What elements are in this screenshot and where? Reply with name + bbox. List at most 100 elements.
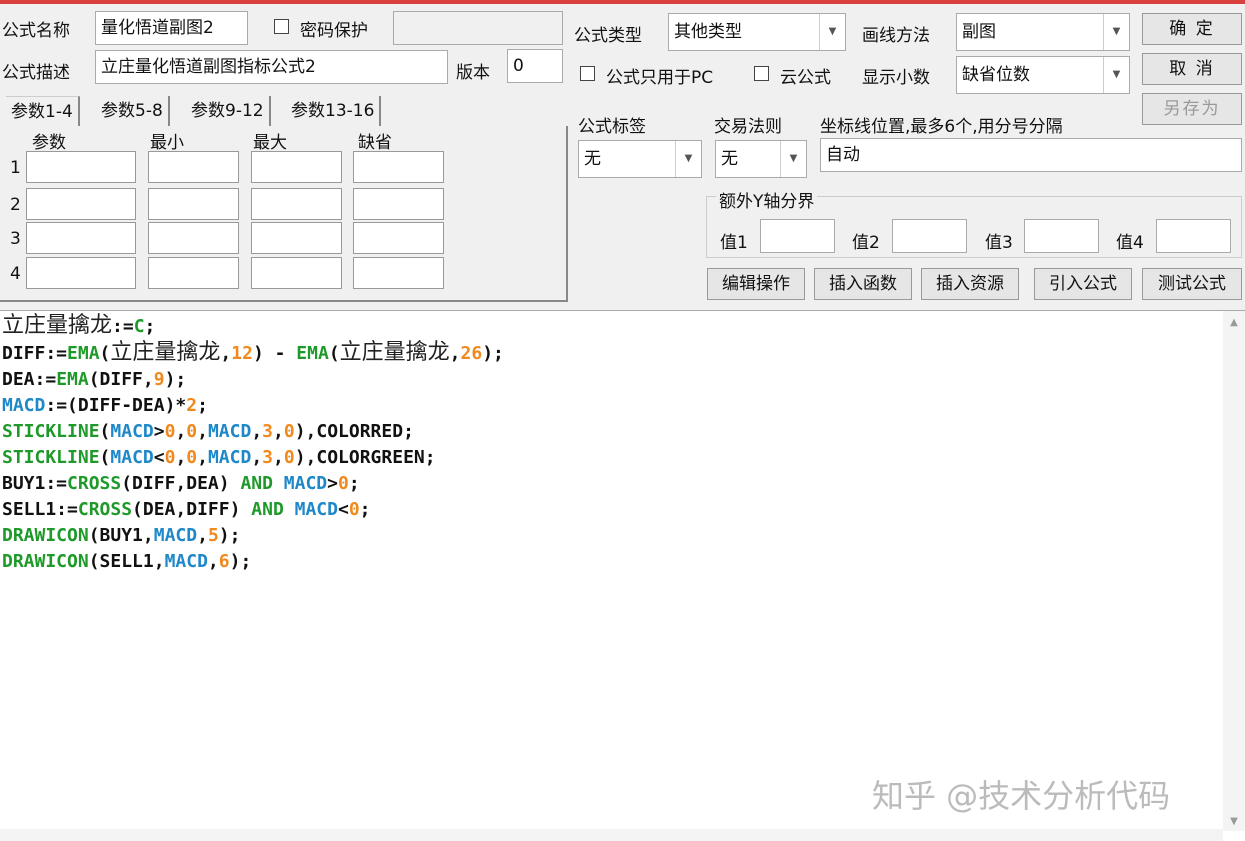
param-default-input[interactable] xyxy=(353,151,444,183)
code-token: MACD xyxy=(110,421,154,442)
param-default-input[interactable] xyxy=(353,222,444,254)
axis-position-label: 坐标线位置,最多6个,用分号分隔 xyxy=(820,117,1063,137)
code-editor[interactable]: 立庄量擒龙:=C; DIFF:=EMA(立庄量擒龙,12) - EMA(立庄量擒龙… xyxy=(0,310,1245,841)
param-max-input[interactable] xyxy=(251,257,342,289)
scroll-down-icon[interactable]: ▼ xyxy=(1223,816,1245,827)
param-header-min: 最小 xyxy=(150,133,184,153)
code-token: MACD xyxy=(294,499,338,520)
decimal-label: 显示小数 xyxy=(862,68,930,88)
param-header-max: 最大 xyxy=(253,133,287,153)
value1-input[interactable] xyxy=(760,219,835,253)
code-token: , xyxy=(251,447,263,468)
insert-function-button[interactable]: 插入函数 xyxy=(814,268,912,300)
code-token: 9 xyxy=(153,369,165,390)
edit-ops-button[interactable]: 编辑操作 xyxy=(707,268,805,300)
code-token: , xyxy=(273,421,284,442)
param-max-input[interactable] xyxy=(251,151,342,183)
code-token: < xyxy=(337,499,349,520)
code-token: (DIFF, xyxy=(88,369,154,390)
code-token: 0 xyxy=(283,447,295,468)
param-max-input[interactable] xyxy=(251,222,342,254)
import-formula-button[interactable]: 引入公式 xyxy=(1034,268,1132,300)
param-default-input[interactable] xyxy=(353,257,444,289)
horizontal-scrollbar[interactable] xyxy=(0,829,1223,841)
trade-rule-label: 交易法则 xyxy=(714,117,782,137)
code-line: DEA:=EMA(DIFF,9); xyxy=(2,367,504,393)
code-token: ( xyxy=(328,343,340,364)
param-row-number: 4 xyxy=(10,264,21,284)
code-token: (DIFF,DEA) xyxy=(121,473,241,494)
code-line: DIFF:=EMA(立庄量擒龙,12) - EMA(立庄量擒龙,26); xyxy=(2,340,504,367)
version-input[interactable]: 0 xyxy=(507,49,563,83)
code-token: AND xyxy=(240,473,273,494)
cloud-formula-checkbox[interactable] xyxy=(754,66,769,81)
code-token: 立庄量擒龙 xyxy=(110,340,221,365)
code-token: ); xyxy=(229,551,252,572)
insert-resource-button[interactable]: 插入资源 xyxy=(921,268,1019,300)
code-token: 0 xyxy=(348,499,360,520)
decimal-select[interactable]: 缺省位数 ▼ xyxy=(956,56,1130,94)
cancel-button[interactable]: 取 消 xyxy=(1142,53,1242,85)
code-token: < xyxy=(153,447,165,468)
code-token: 2 xyxy=(186,395,198,416)
scroll-up-icon[interactable]: ▲ xyxy=(1223,317,1245,328)
password-checkbox[interactable] xyxy=(274,19,289,34)
save-as-button[interactable]: 另存为 xyxy=(1142,93,1242,125)
param-min-input[interactable] xyxy=(148,222,239,254)
code-token: EMA xyxy=(67,343,100,364)
value2-input[interactable] xyxy=(892,219,967,253)
value4-input[interactable] xyxy=(1156,219,1231,253)
param-name-input[interactable] xyxy=(26,151,136,183)
code-token: MACD xyxy=(283,473,328,494)
tab-params-1-4[interactable]: 参数1-4 xyxy=(6,96,80,126)
formula-type-select[interactable]: 其他类型 ▼ xyxy=(668,13,846,51)
chevron-down-icon: ▼ xyxy=(819,14,845,50)
param-default-input[interactable] xyxy=(353,188,444,220)
code-token: ); xyxy=(482,343,504,364)
code-token: DEA:= xyxy=(2,369,57,390)
code-token: MACD xyxy=(2,395,46,416)
code-token: MACD xyxy=(153,525,198,546)
ok-button[interactable]: 确 定 xyxy=(1142,13,1242,45)
chevron-down-icon: ▼ xyxy=(675,141,701,177)
formula-desc-input[interactable]: 立庄量化悟道副图指标公式2 xyxy=(95,50,448,84)
code-token: 0 xyxy=(186,447,198,468)
code-line: MACD:=(DIFF-DEA)*2; xyxy=(2,393,504,419)
password-input[interactable] xyxy=(393,11,563,45)
code-token: DRAWICON xyxy=(2,551,89,572)
vertical-scrollbar[interactable]: ▲ ▼ xyxy=(1223,311,1245,831)
code-text[interactable]: 立庄量擒龙:=C; DIFF:=EMA(立庄量擒龙,12) - EMA(立庄量擒龙… xyxy=(2,313,504,575)
formula-tag-select[interactable]: 无 ▼ xyxy=(578,140,702,178)
code-token: EMA xyxy=(56,369,89,390)
code-token: DRAWICON xyxy=(2,525,89,546)
axis-position-input[interactable]: 自动 xyxy=(820,138,1242,172)
param-name-input[interactable] xyxy=(26,222,136,254)
code-token: > xyxy=(153,421,165,442)
tab-params-9-12[interactable]: 参数9-12 xyxy=(186,96,271,126)
code-token: ( xyxy=(99,343,111,364)
param-row-number: 1 xyxy=(10,158,21,178)
code-token: :=(DIFF-DEA)* xyxy=(45,395,187,416)
param-max-input[interactable] xyxy=(251,188,342,220)
param-min-input[interactable] xyxy=(148,188,239,220)
formula-desc-label: 公式描述 xyxy=(2,63,70,83)
trade-rule-select[interactable]: 无 ▼ xyxy=(715,140,807,178)
code-token: := xyxy=(112,316,134,337)
pc-only-checkbox[interactable] xyxy=(580,66,595,81)
code-token: 6 xyxy=(218,551,230,572)
extra-y-axis-label: 额外Y轴分界 xyxy=(716,187,818,212)
draw-method-value: 副图 xyxy=(962,22,996,42)
formula-name-input[interactable]: 量化悟道副图2 xyxy=(95,11,248,45)
tab-params-13-16[interactable]: 参数13-16 xyxy=(286,96,382,126)
param-name-input[interactable] xyxy=(26,257,136,289)
code-token: ; xyxy=(197,395,208,416)
code-token: 立庄量擒龙 xyxy=(2,313,113,338)
test-formula-button[interactable]: 测试公式 xyxy=(1142,268,1242,300)
draw-method-select[interactable]: 副图 ▼ xyxy=(956,13,1130,51)
param-min-input[interactable] xyxy=(148,151,239,183)
value3-input[interactable] xyxy=(1024,219,1099,253)
param-name-input[interactable] xyxy=(26,188,136,220)
tab-params-5-8[interactable]: 参数5-8 xyxy=(96,96,170,126)
param-min-input[interactable] xyxy=(148,257,239,289)
